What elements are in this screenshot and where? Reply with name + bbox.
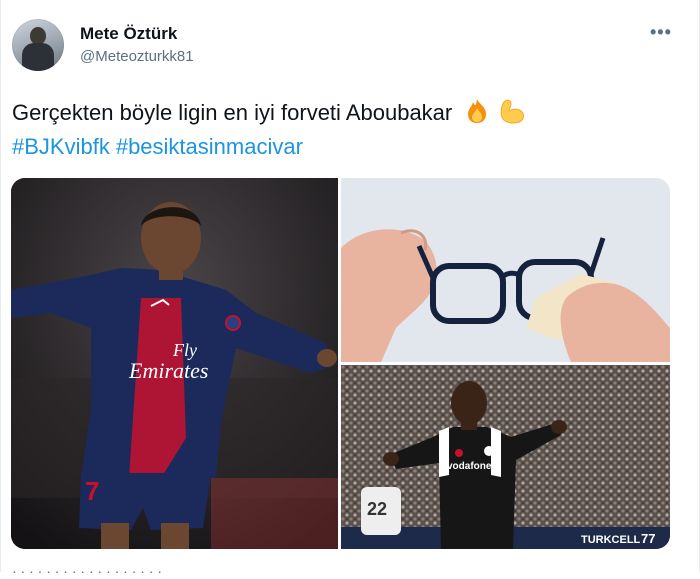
avatar[interactable]	[12, 19, 64, 71]
photo-3-illustration: TURKCELL 77 22 vodafone	[341, 365, 670, 549]
photo-football-player-psg[interactable]: Fly Emirates 7	[11, 178, 338, 549]
photo-glasses-cleaning[interactable]	[341, 178, 670, 362]
author-handle[interactable]: @Meteozturkk81	[80, 48, 194, 65]
tweet-timestamp-partial: · · · · · · · · · · · · · · · · · ·	[12, 563, 163, 579]
flexed-biceps-icon	[500, 99, 524, 124]
hashtag-link[interactable]: #besiktasinmacivar	[116, 134, 303, 159]
author-name[interactable]: Mete Öztürk	[80, 24, 177, 44]
stadium-board-number: 77	[641, 531, 655, 546]
photo-2-illustration	[341, 178, 670, 362]
media-grid: Fly Emirates 7 TURKCELL 77 22 vodafone	[11, 178, 670, 549]
background-player-number: 22	[367, 499, 387, 519]
shirt-sponsor-line-2: Emirates	[128, 358, 208, 383]
photo-football-player-besiktas[interactable]: TURKCELL 77 22 vodafone	[341, 365, 670, 549]
more-options-icon[interactable]: •••	[650, 22, 672, 43]
hashtag-list: #BJKvibfk #besiktasinmacivar	[12, 132, 309, 162]
hashtag-link[interactable]: #BJKvibfk	[12, 134, 110, 159]
photo-1-illustration: Fly Emirates 7	[11, 178, 338, 549]
shirt-sponsor-line-1: Fly	[172, 340, 197, 360]
shirt-sponsor: vodafone	[447, 461, 492, 472]
stadium-board-text: TURKCELL	[581, 534, 641, 546]
avatar-body-shape	[22, 43, 54, 71]
fire-icon	[468, 99, 487, 123]
tweet-text-body: Gerçekten böyle ligin en iyi forveti Abo…	[12, 100, 453, 125]
tweet-text: Gerçekten böyle ligin en iyi forveti Abo…	[12, 98, 682, 128]
shorts-number: 7	[85, 476, 99, 506]
